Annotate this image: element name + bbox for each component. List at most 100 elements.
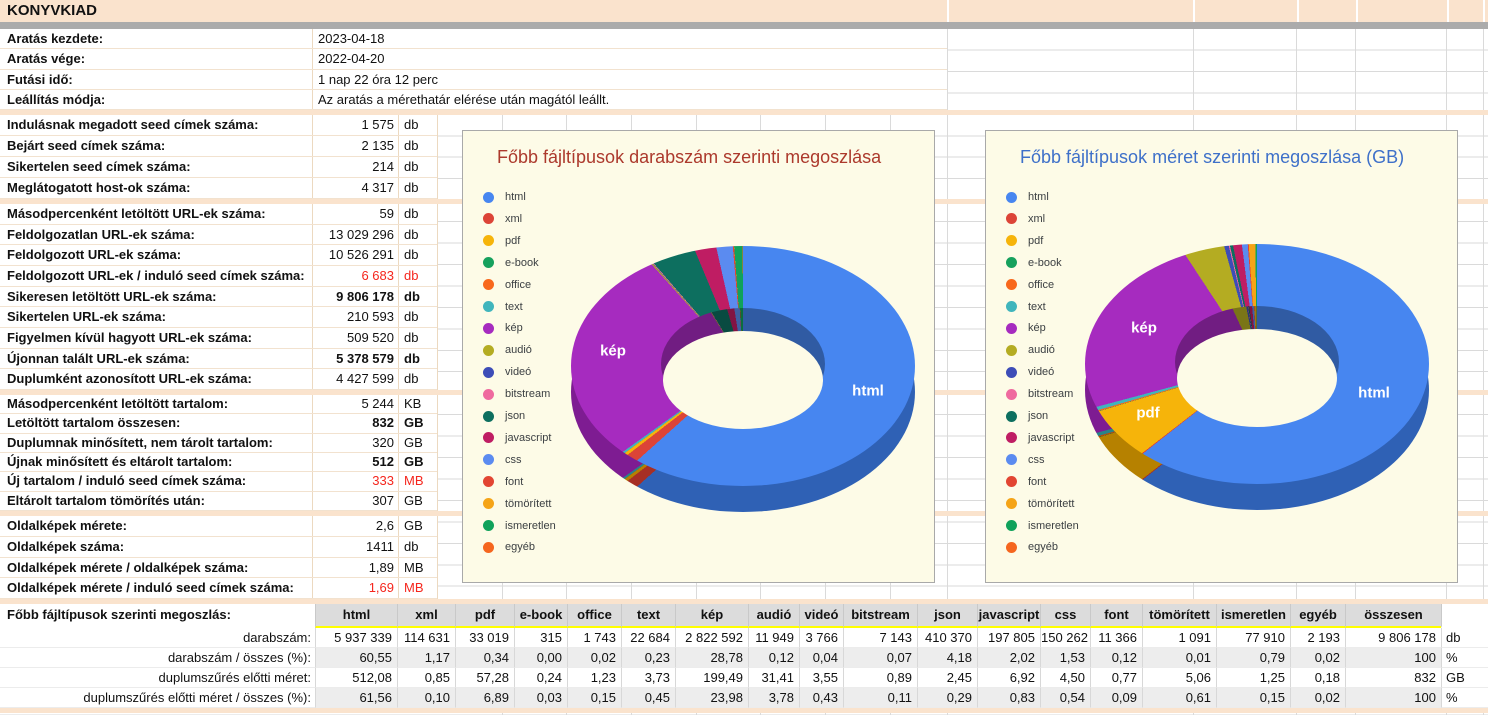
stat-value: 512 [313,452,399,472]
table-cell: 1 091 [1142,628,1216,648]
legend-label: pdf [505,234,521,247]
legend-label: css [505,453,522,466]
legend-color-dot [483,410,494,422]
row-unit: db [1441,628,1488,648]
chart-title-size: Főbb fájltípusok méret szerinti megoszlá… [1020,147,1405,167]
legend-label: e-book [1028,256,1062,269]
legend-color-dot [1006,322,1017,334]
legend-color-dot [483,432,494,444]
table-cell: 2,02 [977,648,1040,668]
donut-chart-panel-size[interactable]: Főbb fájltípusok méret szerinti megoszlá… [985,130,1458,583]
stat-label: Duplumnak minősített, nem tárolt tartalo… [0,433,313,452]
stat-value: 1,69 [313,578,399,598]
table-cell: 0,77 [1090,668,1142,688]
legend-item: egyéb [1006,541,1058,553]
table-cell: 512,08 [315,668,397,688]
stat-unit: db [404,371,419,387]
legend-label: office [1028,278,1055,291]
stat-value: 210 593 [313,307,399,327]
column-header: tömörített [1142,604,1216,628]
column-header: office [567,604,621,628]
stat-row: Sikeresen letöltött URL-ek száma: 9 806 1… [0,286,437,308]
stat-label: Másodpercenként letöltött URL-ek száma: [0,204,313,224]
column-header: egyéb [1290,604,1345,628]
legend-color-dot [483,301,494,312]
legend-item: font [1006,476,1046,488]
legend-item: text [1006,301,1046,313]
stat-row: Sikertelen seed címek száma: 214 db [0,157,437,178]
legend-item: pdf [483,235,520,247]
legend-label: text [505,300,523,313]
table-cell: 61,56 [315,688,397,708]
column-header: bitstream [843,604,917,628]
table-cell: 0,04 [799,648,843,668]
column-header: ismeretlen [1216,604,1290,628]
stat-row: Indulásnak megadott seed címek száma: 1 5… [0,115,437,136]
stats-section: Másodpercenként letöltött URL-ek száma: 5… [0,204,438,390]
table-cell: 0,79 [1216,648,1290,668]
stat-label: Leállítás módja: [0,89,313,109]
table-cell: 0,18 [1290,668,1345,688]
legend-item: text [483,301,523,313]
table-cell: 0,61 [1142,688,1216,708]
legend-color-dot [1006,410,1017,422]
table-cell: 0,89 [843,668,917,688]
table-cell: 3,55 [799,668,843,688]
legend-color-dot [483,520,494,531]
table-cell: 0,15 [1216,688,1290,708]
stat-label: Sikeresen letöltött URL-ek száma: [0,286,313,307]
legend-color-dot [483,476,494,488]
header-cell-border [1447,0,1449,22]
stat-unit: db [404,117,419,132]
legend-item: e-book [1006,257,1062,269]
table-cell: 2 193 [1290,628,1345,648]
legend-color-dot [1006,301,1017,312]
legend-color-dot [1006,344,1017,356]
table-cell: 0,02 [567,648,621,668]
stats-section: Oldalképek mérete: 2,6 GB Oldalképek száma:… [0,516,438,599]
table-cell: 0,02 [1290,688,1345,708]
stat-row: Letöltött tartalom összesen: 832 GB [0,414,437,434]
stat-label: Feldolgozott URL-ek / induló seed címek … [0,265,313,286]
table-cell: 4,50 [1040,668,1090,688]
stat-value: 1,89 [313,557,399,578]
stat-label: Meglátogatott host-ok száma: [0,178,313,198]
legend-color-dot [483,344,494,356]
table-cell: 100 [1345,688,1441,708]
column-header: text [621,604,675,628]
stat-label: Oldalképek száma: [0,536,313,557]
stat-row: Aratás vége: 2022-04-20 [0,49,947,70]
stat-unit: GB [404,434,423,450]
stat-row: Eltárolt tartalom tömörítés után: 307 GB [0,491,437,511]
table-cell: 0,83 [977,688,1040,708]
donut-chart-panel-count[interactable]: Főbb fájltípusok darabszám szerinti mego… [462,130,935,583]
table-cell: 6,89 [455,688,514,708]
header-cell-border [1297,0,1299,22]
legend-item: office [483,279,531,291]
legend-label: kép [505,322,523,335]
legend-label: ismeretlen [1028,519,1079,532]
legend-color-dot [1006,541,1017,553]
stat-label: Aratás vége: [0,49,313,69]
legend-color-dot [1006,279,1017,291]
stats-section: Másodpercenként letöltött tartalom: 5 244… [0,395,438,511]
stat-unit: MB [404,473,424,489]
legend-label: css [1028,453,1045,466]
legend-item: videó [483,366,531,378]
stat-label: Bejárt seed címek száma: [0,136,313,156]
row-unit: % [1441,648,1488,668]
table-cell: 0,85 [397,668,455,688]
stat-label: Oldalképek mérete / induló seed címek sz… [0,578,313,598]
table-cell: 1 743 [567,628,621,648]
table-cell: 0,34 [455,648,514,668]
stat-label: Sikertelen seed címek száma: [0,157,313,177]
row-label: darabszám: [0,628,315,648]
stat-row: Feldolgozott URL-ek / induló seed címek … [0,265,437,287]
legend-color-dot [1006,213,1017,225]
stat-value: 13 029 296 [313,224,399,245]
column-header: audió [748,604,799,628]
stat-unit: db [404,180,419,195]
legend-item: tömörített [1006,498,1074,510]
stat-value: 2,6 [313,516,399,536]
table-cell: 4,18 [917,648,977,668]
